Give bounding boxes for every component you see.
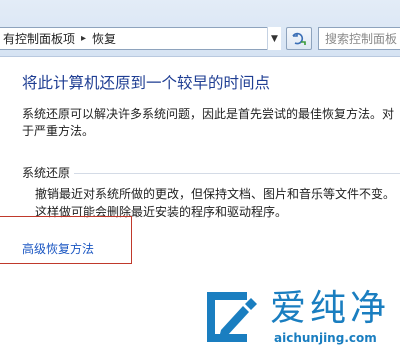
- address-bar[interactable]: 有控制面板项 ▸ 恢复: [0, 27, 276, 50]
- breadcrumb-separator-icon[interactable]: ▸: [81, 33, 86, 44]
- breadcrumb-current[interactable]: 恢复: [92, 30, 116, 47]
- refresh-icon: [292, 32, 306, 45]
- watermark-logo-icon: [207, 292, 257, 342]
- page-description: 系统还原可以解决许多系统问题，因此是首先尝试的最佳恢复方法。对于严重方法。: [22, 107, 395, 138]
- breadcrumb-parent[interactable]: 有控制面板项: [3, 30, 75, 47]
- watermark-text: 爱纯净: [270, 288, 391, 329]
- watermark-url: aichunjing.com: [274, 331, 377, 345]
- page-title: 将此计算机还原到一个较早的时间点: [22, 74, 271, 92]
- search-placeholder: 搜索控制面板: [325, 32, 398, 46]
- refresh-button[interactable]: [286, 27, 312, 50]
- advanced-recovery-link[interactable]: 高级恢复方法: [22, 240, 94, 257]
- system-restore-label: 系统还原: [22, 164, 75, 181]
- search-input[interactable]: 搜索控制面板: [318, 27, 400, 50]
- section-divider: [64, 173, 400, 174]
- chevron-down-icon[interactable]: ▼: [267, 27, 281, 50]
- address-toolbar: 有控制面板项 ▸ 恢复 ▼ 搜索控制面板: [0, 0, 400, 57]
